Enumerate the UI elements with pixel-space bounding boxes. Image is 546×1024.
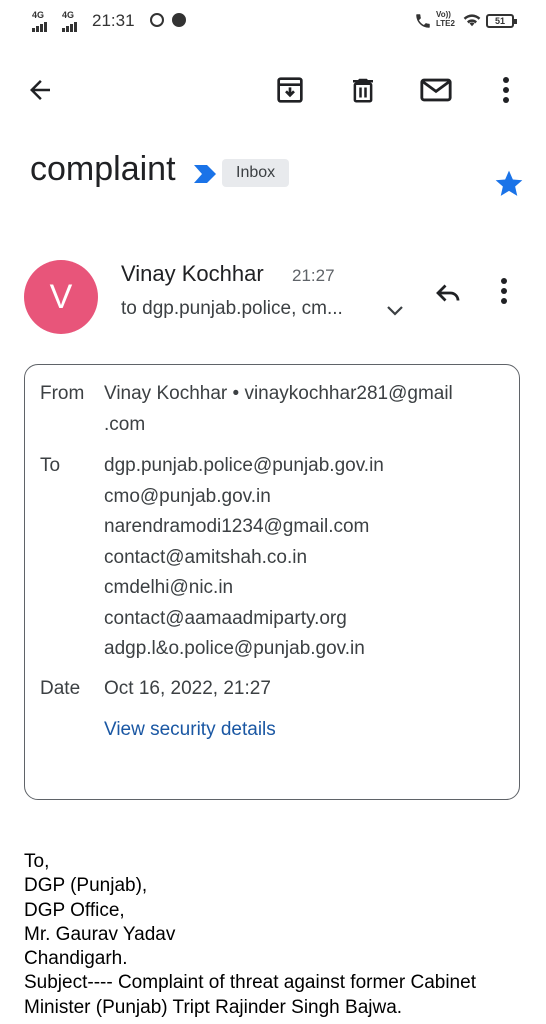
reply-icon — [436, 284, 460, 302]
from-value-line1: Vinay Kochhar • vinaykochhar281@gmail — [104, 383, 453, 404]
archive-button[interactable] — [272, 72, 308, 108]
reply-button[interactable] — [432, 278, 464, 313]
whatsapp-icon — [150, 13, 164, 27]
body-line: Minister (Punjab) Tript Rajinder Singh B… — [24, 996, 403, 1018]
more-vert-icon — [503, 77, 509, 103]
from-value-line2: .com — [104, 413, 146, 435]
back-arrow-icon — [30, 80, 50, 100]
clock: 21:31 — [92, 11, 135, 30]
avatar[interactable]: V — [24, 260, 98, 334]
jio-icon — [172, 13, 186, 27]
wifi-icon — [462, 12, 482, 33]
body-line: DGP (Punjab), — [24, 875, 148, 897]
expand-details-button[interactable] — [386, 304, 404, 322]
email-body: To, DGP (Punjab), DGP Office, Mr. Gaurav… — [24, 850, 534, 1020]
email-details-panel: From Vinay Kochhar • vinaykochhar281@gma… — [24, 364, 520, 800]
more-vert-icon — [501, 278, 507, 304]
to-address: contact@aamaadmiparty.org — [104, 607, 347, 629]
mail-icon — [420, 78, 452, 102]
to-address: narendramodi1234@gmail.com — [104, 516, 370, 537]
to-label: To — [40, 455, 61, 476]
sender-name: Vinay Kochhar — [121, 261, 264, 286]
important-marker-icon[interactable] — [192, 163, 218, 190]
view-security-details-link[interactable]: View security details — [104, 715, 276, 746]
signal-icon-2: 4G — [62, 10, 78, 32]
body-line: To, — [24, 851, 50, 872]
body-line: Subject---- Complaint of threat against … — [24, 972, 476, 994]
from-value: Vinay Kochhar • vinaykochhar281@gmail .c… — [104, 379, 453, 440]
network-type-label: 4G — [32, 10, 45, 20]
message-more-button[interactable] — [500, 277, 508, 310]
inbox-label-chip[interactable]: Inbox — [222, 159, 290, 187]
to-address: contact@amitshah.co.in — [104, 546, 308, 568]
to-address: adgp.l&o.police@punjab.gov.in — [104, 638, 365, 659]
mark-unread-button[interactable] — [418, 72, 454, 108]
email-time: 21:27 — [292, 266, 335, 285]
date-label: Date — [40, 678, 81, 699]
to-address: dgp.punjab.police@punjab.gov.in — [104, 455, 384, 476]
chevron-down-icon — [387, 306, 403, 316]
status-bar: 4G 4G 21:31 Vo)) LTE2 51 — [0, 0, 546, 44]
to-address: cmdelhi@nic.in — [104, 577, 234, 598]
back-button[interactable] — [22, 72, 58, 108]
volte-label: Vo)) LTE2 — [436, 10, 455, 28]
battery-icon: 51 — [486, 14, 517, 28]
email-subject: complaint — [30, 150, 176, 188]
to-address: cmo@punjab.gov.in — [104, 485, 271, 507]
recipients-summary[interactable]: to dgp.punjab.police, cm... — [121, 298, 343, 320]
date-value: Oct 16, 2022, 21:27 — [104, 678, 271, 699]
star-icon — [495, 170, 523, 196]
delete-icon — [353, 78, 373, 103]
star-button[interactable] — [493, 168, 525, 205]
network-type-label-2: 4G — [62, 10, 75, 20]
to-list: dgp.punjab.police@punjab.gov.in cmo@punj… — [104, 451, 384, 665]
archive-icon — [277, 77, 303, 103]
body-line: Mr. Gaurav Yadav — [24, 923, 176, 945]
from-label: From — [40, 383, 85, 404]
delete-button[interactable] — [345, 72, 381, 108]
signal-icon: 4G — [32, 10, 48, 32]
body-line: DGP Office, — [24, 899, 125, 921]
volte-call-icon — [414, 12, 432, 35]
body-line: Chandigarh. — [24, 948, 128, 970]
more-options-button[interactable] — [488, 72, 524, 108]
